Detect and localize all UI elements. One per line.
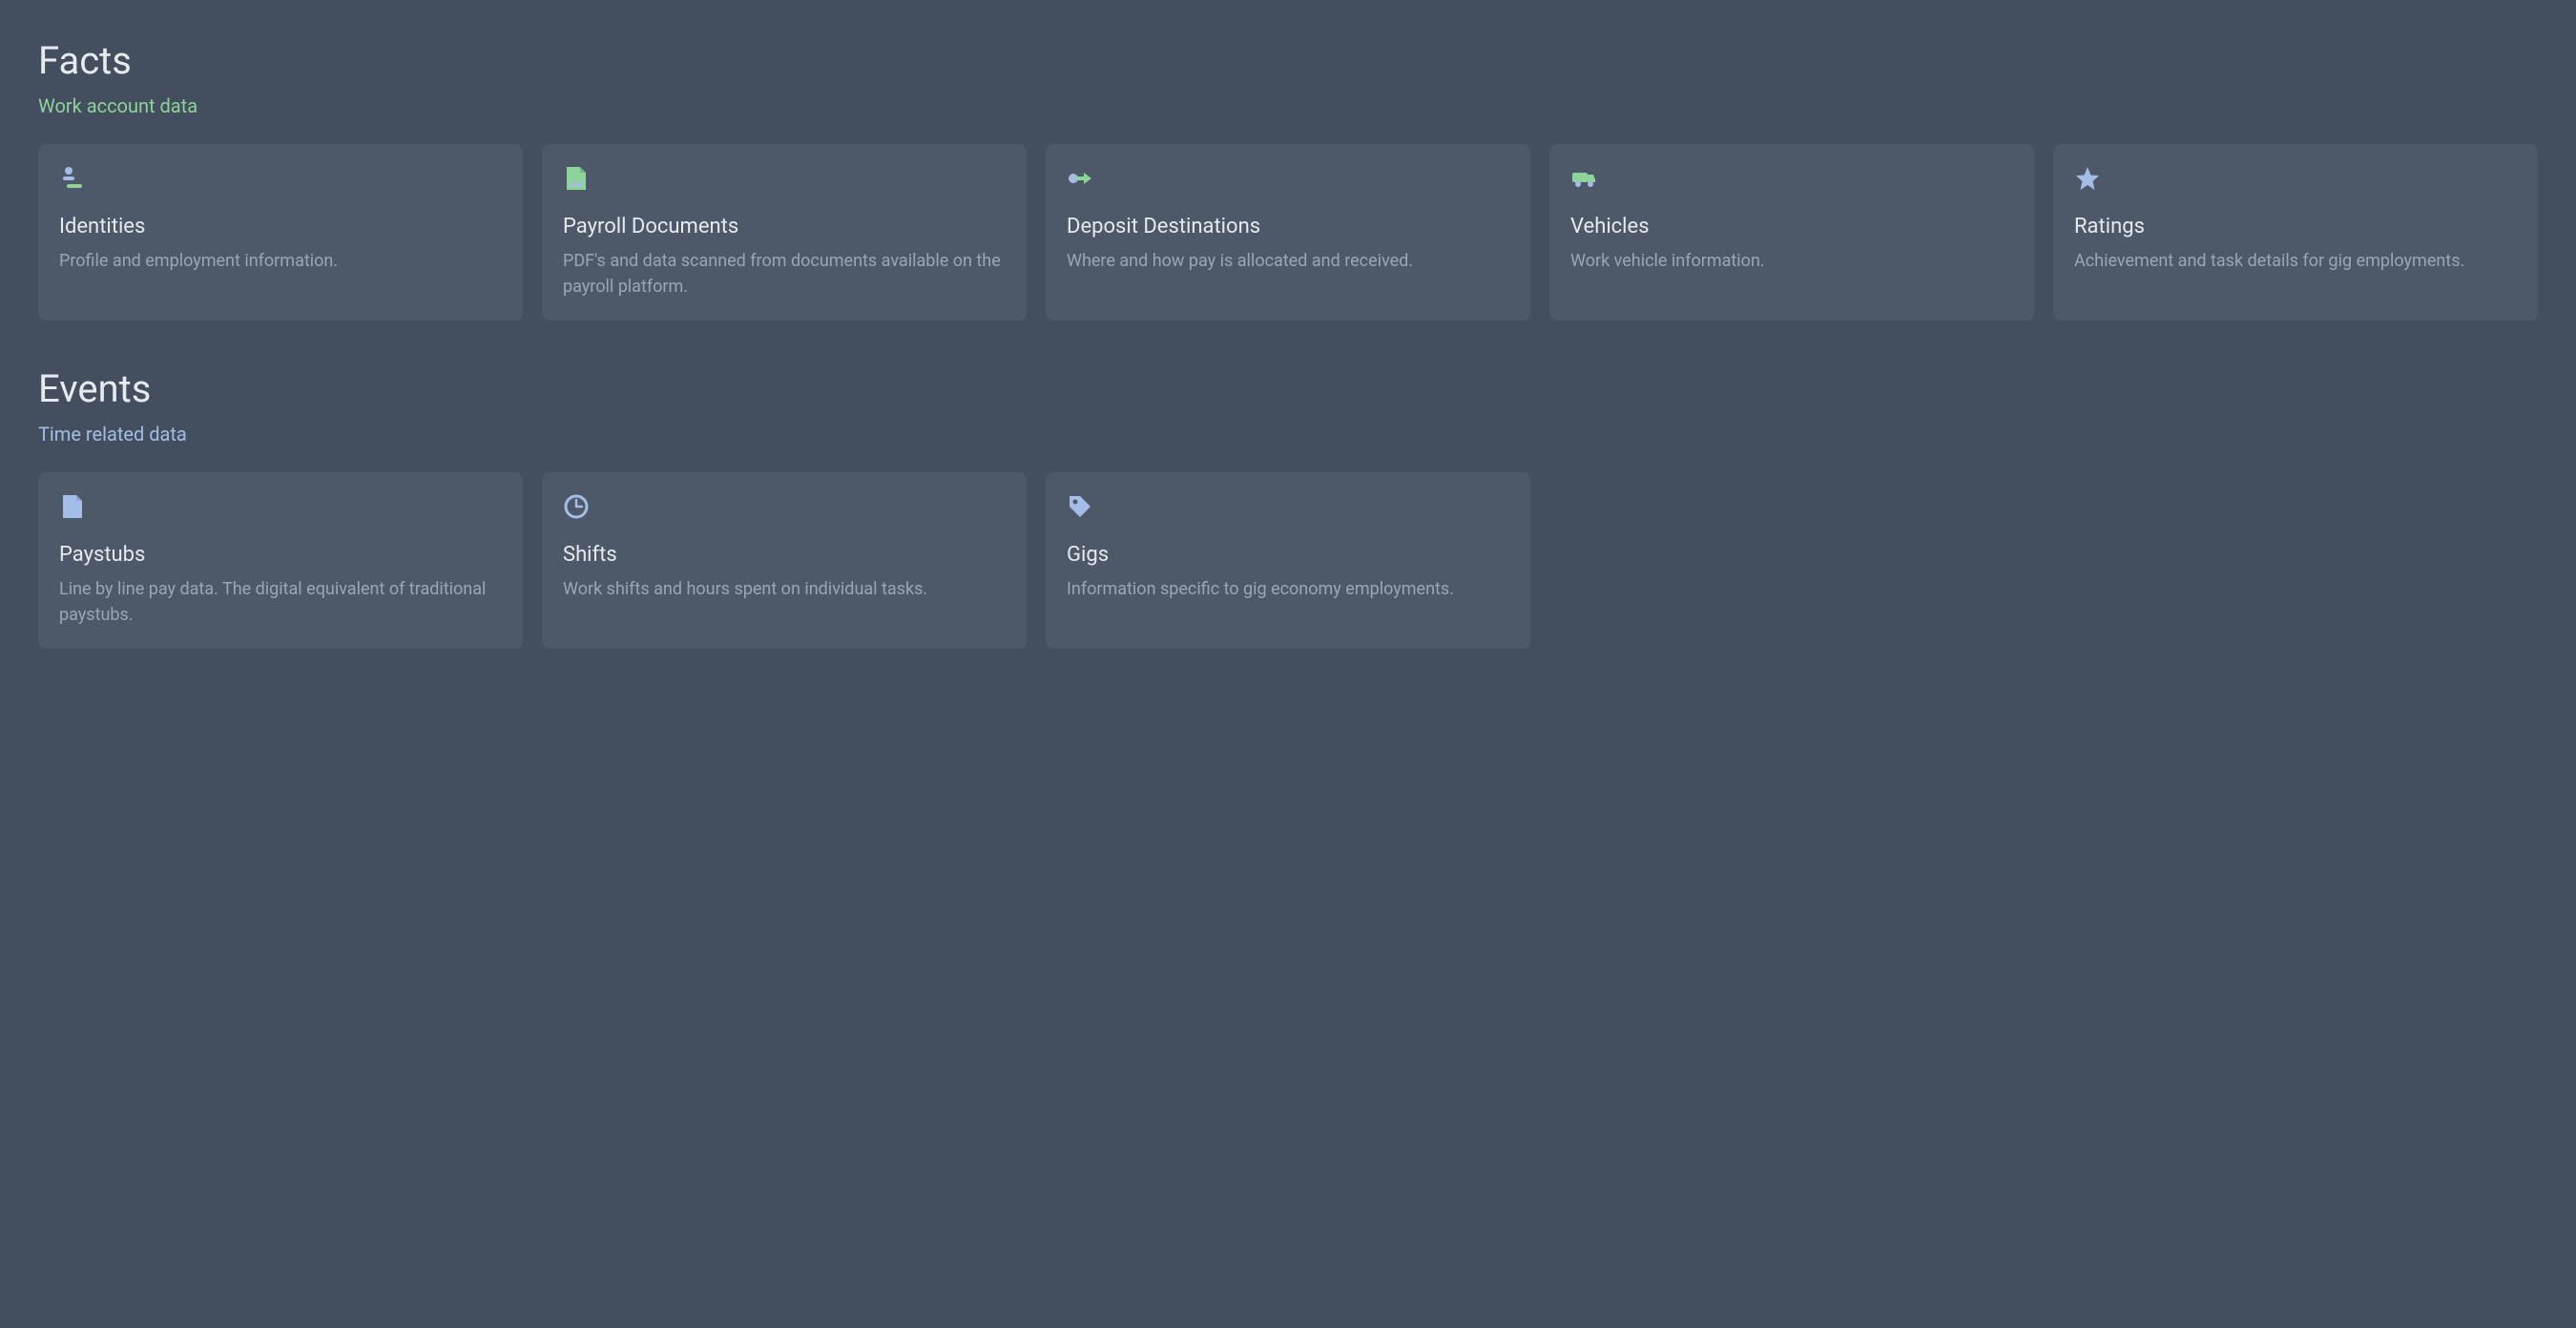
card-vehicles[interactable]: Vehicles Work vehicle information. xyxy=(1549,144,2034,321)
card-title: Shifts xyxy=(563,543,1006,567)
facts-cards: Identities Profile and employment inform… xyxy=(38,144,2538,321)
card-description: PDF's and data scanned from documents av… xyxy=(563,248,1006,300)
card-title: Vehicles xyxy=(1570,215,2013,239)
card-payroll-documents[interactable]: Payroll Documents PDF's and data scanned… xyxy=(542,144,1027,321)
card-description: Work shifts and hours spent on individua… xyxy=(563,576,1006,602)
paystub-icon xyxy=(59,493,86,520)
card-description: Profile and employment information. xyxy=(59,248,502,274)
section-title-facts: Facts xyxy=(38,38,2538,83)
arrow-right-icon xyxy=(1067,165,1093,192)
section-subtitle-events: Time related data xyxy=(38,423,2538,446)
card-title: Ratings xyxy=(2074,215,2517,239)
card-description: Work vehicle information. xyxy=(1570,248,2013,274)
card-ratings[interactable]: Ratings Achievement and task details for… xyxy=(2053,144,2538,321)
card-description: Information specific to gig economy empl… xyxy=(1067,576,1509,602)
facts-section: Facts Work account data Identities Profi… xyxy=(38,38,2538,321)
card-description: Achievement and task details for gig emp… xyxy=(2074,248,2517,274)
star-icon xyxy=(2074,165,2101,192)
card-title: Identities xyxy=(59,215,502,239)
card-description: Line by line pay data. The digital equiv… xyxy=(59,576,502,628)
document-icon xyxy=(563,165,590,192)
section-subtitle-facts: Work account data xyxy=(38,94,2538,117)
card-paystubs[interactable]: Paystubs Line by line pay data. The digi… xyxy=(38,472,523,649)
card-gigs[interactable]: Gigs Information specific to gig economy… xyxy=(1046,472,1530,649)
card-deposit-destinations[interactable]: Deposit Destinations Where and how pay i… xyxy=(1046,144,1530,321)
card-title: Payroll Documents xyxy=(563,215,1006,239)
section-title-events: Events xyxy=(38,366,2538,411)
vehicle-icon xyxy=(1570,165,1597,192)
card-description: Where and how pay is allocated and recei… xyxy=(1067,248,1509,274)
identities-icon xyxy=(59,165,86,192)
card-shifts[interactable]: Shifts Work shifts and hours spent on in… xyxy=(542,472,1027,649)
clock-icon xyxy=(563,493,590,520)
card-title: Gigs xyxy=(1067,543,1509,567)
card-title: Deposit Destinations xyxy=(1067,215,1509,239)
events-section: Events Time related data Paystubs Line b… xyxy=(38,366,2538,649)
card-title: Paystubs xyxy=(59,543,502,567)
events-cards: Paystubs Line by line pay data. The digi… xyxy=(38,472,2538,649)
card-identities[interactable]: Identities Profile and employment inform… xyxy=(38,144,523,321)
tag-icon xyxy=(1067,493,1093,520)
